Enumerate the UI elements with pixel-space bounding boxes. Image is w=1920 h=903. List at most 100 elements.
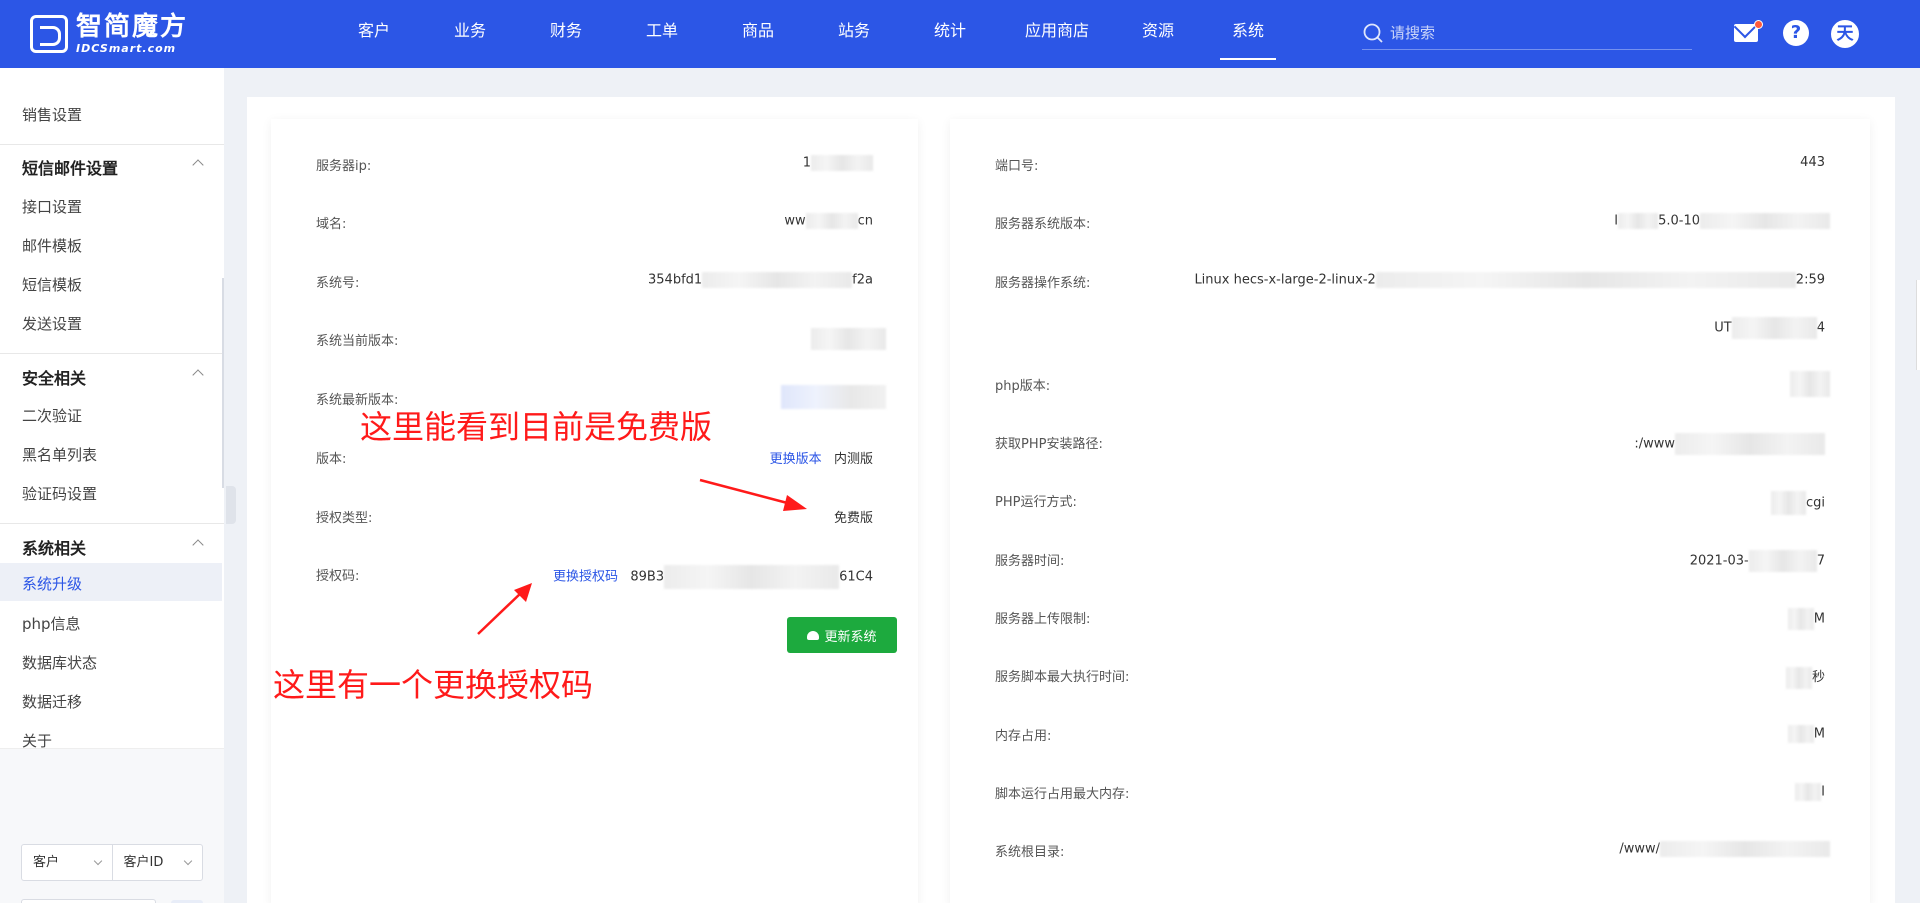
cloud-upload-icon [807, 630, 820, 640]
nav-app-store[interactable]: 应用商店 [1012, 0, 1102, 68]
os-value-line2: UT 4 [1714, 317, 1825, 339]
sidebar-item-db-status[interactable]: 数据库状态 [22, 652, 97, 673]
php-version-value [1790, 371, 1830, 397]
nav-products[interactable]: 商品 [724, 0, 792, 68]
memory-value: M [1787, 725, 1825, 743]
sidebar: 销售设置 短信邮件设置 接口设置 邮件模板 短信模板 发送设置 安全相关 二次验… [0, 68, 236, 903]
max-exec-time-value: 秒 [1785, 666, 1825, 689]
php-mode-value: cgi [1770, 491, 1825, 515]
root-dir-value: /www/ [1619, 841, 1830, 857]
chevron-down-icon [183, 856, 193, 866]
nav-stats[interactable]: 统计 [916, 0, 984, 68]
divider [0, 353, 224, 354]
brand-sub: IDCSmart.com [76, 42, 177, 55]
sidebar-group-system[interactable]: 系统相关 [22, 535, 204, 559]
version-label: 版本: [316, 452, 347, 467]
script-memory-label: 脚本运行占用最大内存: [995, 787, 1130, 802]
server-time-value: 2021-03- 7 [1690, 550, 1825, 572]
system-info-card: 服务器ip: 1 域名: ww cn 系统号: 354bfd1 f2a 系统当前版本… [271, 119, 918, 903]
nav-site[interactable]: 站务 [820, 0, 888, 68]
php-version-label: php版本: [995, 379, 1051, 394]
sidebar-item-system-upgrade[interactable]: 系统升级 [22, 573, 82, 594]
brand-name: 智简魔方 [76, 12, 189, 42]
php-mode-label: PHP运行方式: [995, 495, 1077, 510]
license-type-label: 授权类型: [316, 511, 373, 526]
logo-icon [30, 15, 68, 53]
sidebar-item-sms-template[interactable]: 短信模板 [22, 274, 82, 295]
php-path-value: :/www [1634, 433, 1825, 455]
mail-icon[interactable] [1733, 20, 1763, 48]
nav-finance[interactable]: 财务 [532, 0, 600, 68]
os-label: 服务器操作系统: [995, 276, 1091, 291]
license-type-value: 免费版 [833, 511, 873, 526]
nav-system[interactable]: 系统 [1220, 0, 1276, 68]
main-content: 服务器ip: 1 域名: ww cn 系统号: 354bfd1 f2a 系统当前版本… [247, 97, 1895, 903]
chevron-down-icon [93, 856, 102, 866]
php-path-label: 获取PHP安装路径: [995, 437, 1103, 452]
customer-type-select[interactable]: 客户 [22, 845, 112, 880]
system-no-label: 系统号: [316, 276, 360, 291]
nav-tickets[interactable]: 工单 [628, 0, 696, 68]
sidebar-item-send-settings[interactable]: 发送设置 [22, 313, 82, 334]
advanced-search-input[interactable] [21, 899, 156, 903]
main-nav: 客户 业务 财务 工单 商品 站务 统计 应用商店 资源 系统 [340, 0, 1276, 68]
server-ip-label: 服务器ip: [316, 159, 372, 174]
os-version-label: 服务器系统版本: [995, 217, 1091, 232]
license-code-label: 授权码: [316, 569, 360, 584]
license-code-value: 更换授权码 89B3 61C4 [553, 565, 873, 589]
sidebar-item-data-migration[interactable]: 数据迁移 [22, 691, 82, 712]
divider [0, 523, 224, 524]
sidebar-filter-panel: 客户 客户ID [0, 748, 224, 903]
search-input[interactable] [1390, 23, 1670, 42]
current-version-label: 系统当前版本: [316, 334, 399, 349]
server-time-label: 服务器时间: [995, 554, 1065, 569]
chevron-up-icon [192, 539, 204, 551]
annotation-arrow-right [699, 478, 807, 511]
current-version-value [811, 328, 886, 350]
script-memory-value: I [1795, 783, 1825, 801]
sidebar-item-2fa[interactable]: 二次验证 [22, 405, 82, 426]
port-label: 端口号: [995, 159, 1039, 174]
sidebar-collapse-handle[interactable] [226, 486, 236, 524]
latest-version-value [781, 385, 886, 409]
help-icon[interactable]: ? [1783, 20, 1809, 46]
update-system-button[interactable]: 更新系统 [787, 617, 897, 653]
sidebar-item-captcha[interactable]: 验证码设置 [22, 483, 97, 504]
annotation-arrow-up [477, 583, 532, 635]
sidebar-item-sales-settings[interactable]: 销售设置 [22, 104, 82, 125]
upload-limit-value: M [1787, 608, 1825, 630]
sidebar-item-interface[interactable]: 接口设置 [22, 196, 82, 217]
version-value: 更换版本 内测版 [769, 452, 873, 467]
chevron-up-icon [192, 369, 204, 381]
customer-field-select[interactable]: 客户ID [111, 845, 203, 880]
system-no-value: 354bfd1 f2a [648, 272, 873, 288]
notification-dot [1754, 20, 1763, 29]
brand-logo[interactable]: 智简魔方 IDCSmart.com [30, 14, 188, 54]
annotation-change-code: 这里有一个更换授权码 [273, 666, 594, 704]
nav-business[interactable]: 业务 [436, 0, 504, 68]
port-value: 443 [1800, 155, 1825, 170]
nav-customers[interactable]: 客户 [340, 0, 408, 68]
sidebar-item-email-template[interactable]: 邮件模板 [22, 235, 82, 256]
change-license-code-link[interactable]: 更换授权码 [553, 570, 618, 585]
domain-value: ww cn [784, 213, 873, 229]
search-icon [1363, 23, 1383, 43]
domain-label: 域名: [316, 217, 347, 232]
server-ip-value: 1 [803, 155, 873, 171]
chevron-up-icon [192, 159, 204, 171]
sidebar-group-sms-email[interactable]: 短信邮件设置 [22, 155, 204, 179]
sidebar-group-security[interactable]: 安全相关 [22, 365, 204, 389]
sidebar-item-php-info[interactable]: php信息 [22, 613, 81, 634]
page-scrollbar[interactable] [1916, 280, 1920, 370]
change-version-link[interactable]: 更换版本 [770, 452, 822, 467]
annotation-free-version: 这里能看到目前是免费版 [360, 408, 713, 446]
divider [0, 144, 224, 145]
sidebar-scrollbar[interactable] [222, 278, 224, 488]
max-exec-time-label: 服务脚本最大执行时间: [995, 670, 1130, 685]
upload-limit-label: 服务器上传限制: [995, 612, 1091, 627]
avatar[interactable]: 天 [1831, 20, 1859, 48]
os-value: Linux hecs-x-large-2-linux-2 2:59 [1194, 272, 1825, 288]
server-info-card: 端口号: 443 服务器系统版本: I 5.0-10 服务器操作系统: Linux… [950, 119, 1870, 903]
sidebar-item-blacklist[interactable]: 黑名单列表 [22, 444, 97, 465]
nav-resources[interactable]: 资源 [1124, 0, 1192, 68]
